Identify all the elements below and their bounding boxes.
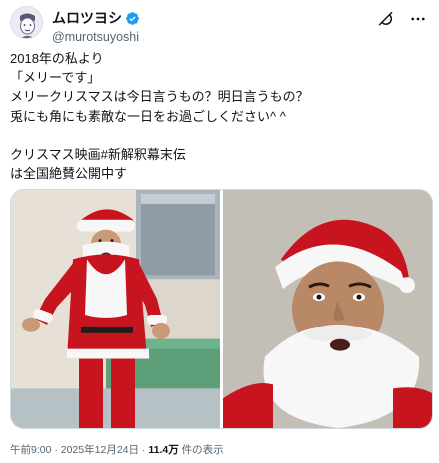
tweet-line: 2018年の私より	[10, 51, 104, 66]
views-count: 11.4万	[148, 444, 179, 456]
author-names: ムロツヨシ @murotsuyoshi	[52, 8, 140, 44]
views-label: 件の表示	[178, 444, 224, 456]
tweet-line: は全国絶賛公開中す	[10, 166, 128, 182]
grok-icon[interactable]	[377, 10, 395, 28]
tweet-line: 「メリーです」	[10, 70, 101, 86]
tweet-time[interactable]: 午前9:00	[10, 444, 51, 456]
tweet-line: 兎にも角にも素敵な一日をお過ごしください^ ^	[10, 108, 286, 124]
tweet-date[interactable]: 2025年12月24日	[61, 444, 139, 456]
display-name-row: ムロツヨシ	[52, 8, 140, 28]
tweet-line	[10, 126, 429, 145]
tweet-text: 2018年の私より 「メリーです」 メリークリスマスは今日言うもの？明日言うもの…	[10, 49, 429, 183]
avatar-illustration	[11, 7, 42, 38]
santa-selfie-image	[223, 190, 432, 428]
user-handle[interactable]: @murotsuyoshi	[52, 30, 140, 44]
tweet-media	[10, 189, 433, 429]
more-options-icon[interactable]	[409, 10, 427, 28]
verified-badge-icon[interactable]	[125, 11, 140, 26]
santa-selfie-photo[interactable]	[223, 190, 432, 428]
display-name[interactable]: ムロツヨシ	[52, 8, 122, 28]
santa-full-body-image	[11, 190, 220, 428]
avatar[interactable]	[10, 6, 43, 39]
tweet-line: メリークリスマスは今日言うもの？明日言うもの？	[10, 89, 309, 105]
santa-full-body-photo[interactable]	[11, 190, 220, 428]
tweet-meta: 午前9:00 · 2025年12月24日 · 11.4万 件の表示	[10, 442, 224, 457]
tweet-line: クリスマス映画#新解釈幕末伝	[10, 147, 186, 162]
meta-separator: ·	[51, 444, 61, 456]
meta-separator: ·	[139, 444, 149, 456]
header-actions	[377, 10, 427, 28]
tweet-header: ムロツヨシ @murotsuyoshi	[10, 6, 429, 44]
